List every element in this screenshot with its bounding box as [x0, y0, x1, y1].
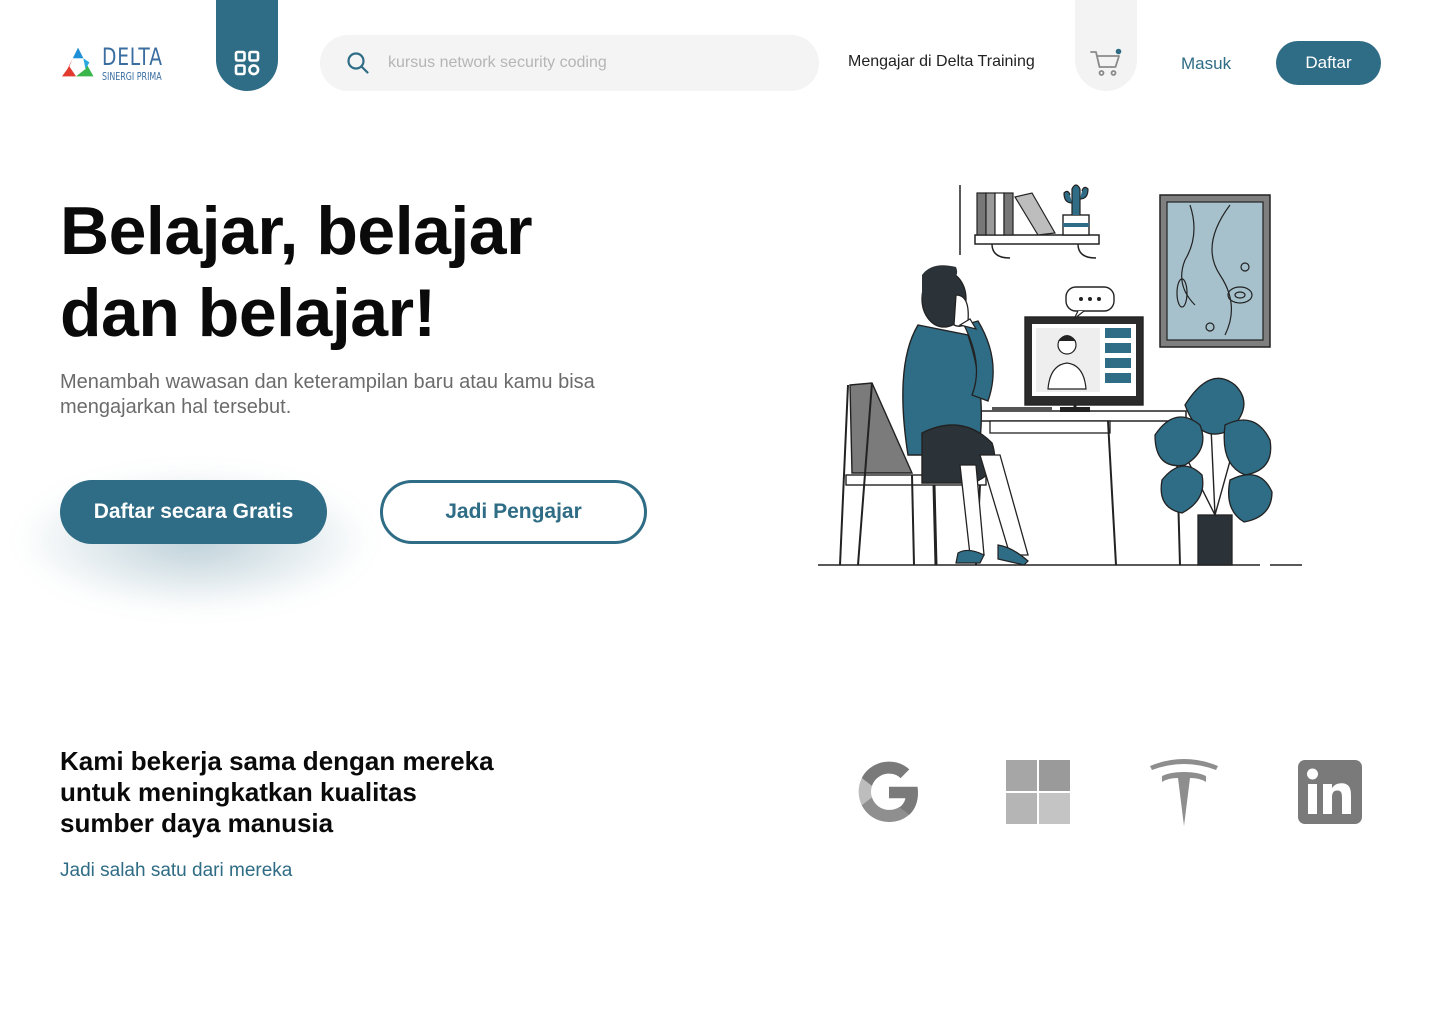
hero-subtitle: Menambah wawasan dan keterampilan baru a…: [60, 371, 595, 418]
teach-link[interactable]: Mengajar di Delta Training: [848, 53, 1035, 71]
grid-icon: [234, 50, 260, 76]
tesla-logo-icon: [1150, 759, 1218, 826]
search-input[interactable]: [388, 54, 788, 72]
cart-icon: [1090, 48, 1122, 76]
google-logo-icon: [858, 761, 918, 822]
hero-illustration: [818, 184, 1302, 566]
register-free-button[interactable]: Daftar secara Gratis: [60, 480, 327, 544]
search-icon: [347, 52, 369, 74]
delta-triangle-icon: [62, 47, 94, 77]
brand-logo[interactable]: DELTA SINERGI PRIMA: [60, 38, 185, 88]
logo-tagline: SINERGI PRIMA: [102, 69, 162, 83]
login-link[interactable]: Masuk: [1181, 54, 1231, 74]
become-teacher-button[interactable]: Jadi Pengajar: [380, 480, 647, 544]
search-bar[interactable]: [320, 35, 819, 91]
hero-title-line: Belajar, belajar: [60, 193, 533, 269]
categories-menu-button[interactable]: [216, 0, 278, 91]
linkedin-logo-icon: [1298, 760, 1362, 824]
cart-button[interactable]: [1075, 0, 1137, 91]
hero-title: Belajar, belajar dan belajar!: [60, 190, 680, 354]
hero-title-line: dan belajar!: [60, 275, 436, 351]
partners-heading: Kami bekerja sama dengan mereka untuk me…: [60, 746, 540, 839]
logo-wordmark: DELTA: [102, 42, 163, 71]
register-button[interactable]: Daftar: [1276, 41, 1381, 85]
partners-heading-line: Kami bekerja sama dengan mereka: [60, 746, 494, 776]
become-partner-link[interactable]: Jadi salah satu dari mereka: [60, 860, 292, 882]
windows-logo-icon: [1006, 760, 1070, 824]
partners-heading-line: sumber daya manusia: [60, 808, 334, 838]
partners-heading-line: untuk meningkatkan kualitas: [60, 777, 417, 807]
